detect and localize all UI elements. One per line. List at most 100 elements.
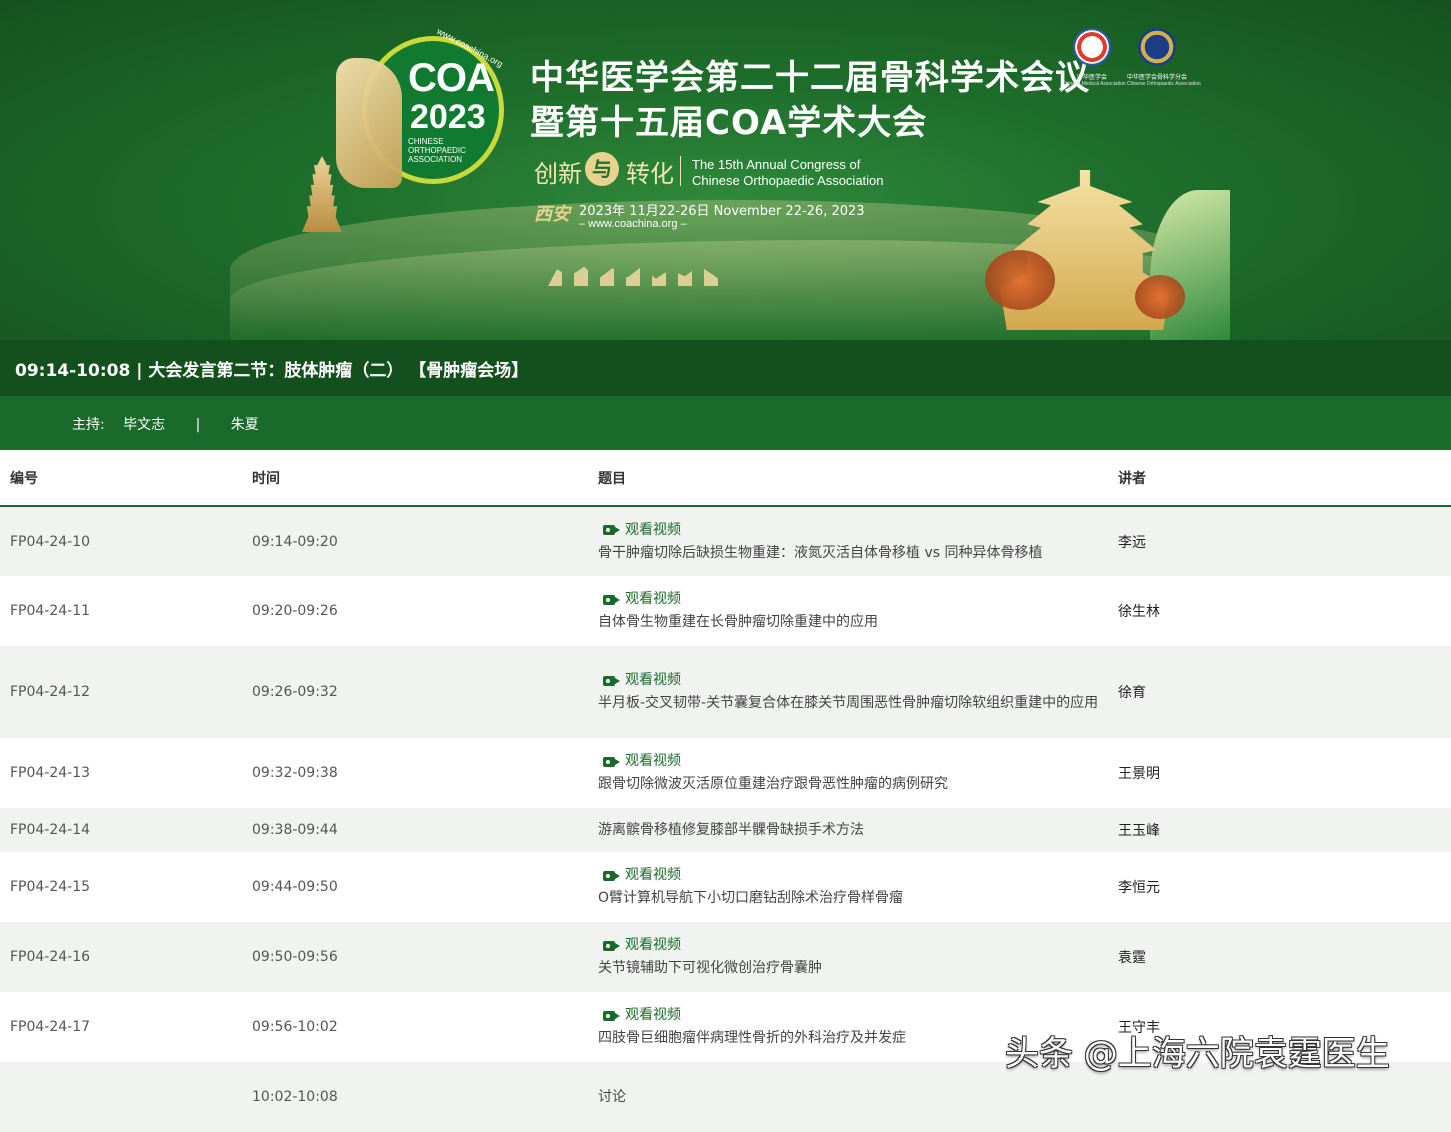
conference-banner: www.coachina.org COA 2023 CHINESE ORTHOP…: [0, 0, 1451, 340]
row-speaker: 李远: [1108, 506, 1451, 576]
theme-divider: [680, 156, 681, 186]
session-title: 09:14-10:08 | 大会发言第二节：肢体肿瘤（二） 【骨肿瘤会场】: [15, 361, 529, 381]
logo-subtitle: CHINESE ORTHOPAEDIC ASSOCIATION: [408, 137, 466, 164]
row-topic: 跟骨切除微波灭活原位重建治疗跟骨恶性肿瘤的病例研究: [598, 776, 948, 792]
logo-coa-text: COA: [408, 56, 495, 100]
logo-year-text: 2023: [410, 98, 486, 136]
row-topic: 自体骨生物重建在长骨肿瘤切除重建中的应用: [598, 614, 878, 630]
watch-video-label: 观看视频: [625, 753, 681, 769]
coa-emblem-icon: [1138, 28, 1176, 66]
tree-illustration: [1135, 275, 1185, 319]
row-topic-cell: 观看视频跟骨切除微波灭活原位重建治疗跟骨恶性肿瘤的病例研究: [588, 738, 1108, 808]
row-time: 09:32-09:38: [252, 765, 338, 781]
watch-video-link[interactable]: 观看视频: [598, 1004, 1108, 1027]
row-id: FP04-24-12: [0, 646, 242, 738]
watch-video-link[interactable]: 观看视频: [598, 934, 1108, 957]
column-header-speaker: 讲者: [1108, 450, 1451, 507]
row-speaker: 徐生林: [1118, 604, 1160, 620]
column-header-time: 时间: [242, 450, 588, 507]
tree-illustration: [985, 250, 1055, 310]
table-row: FP04-24-11 09:20-09:26 观看视频 自体骨生物重建在长骨肿瘤切除重…: [0, 576, 1451, 646]
host-label: 主持:: [72, 417, 105, 433]
row-time: 09:20-09:26: [252, 603, 338, 619]
row-speaker: 王玉峰: [1108, 808, 1451, 852]
row-speaker: 徐育: [1108, 646, 1451, 738]
row-topic: O臂计算机导航下小切口磨钻刮除术治疗骨样骨瘤: [598, 890, 904, 906]
watch-video-link[interactable]: 观看视频: [598, 750, 1108, 773]
row-speaker: 李恒元: [1118, 880, 1160, 896]
watch-video-link[interactable]: 观看视频: [598, 669, 1108, 692]
watermark: 头条 @上海六院袁霆医生: [1005, 1034, 1390, 1074]
watch-video-link[interactable]: 观看视频: [598, 864, 1108, 887]
cma-logo: 中华医学会 Chinese Medical Association: [1062, 28, 1126, 87]
row-topic: 关节镜辅助下可视化微创治疗骨囊肿: [598, 960, 822, 976]
column-header-id: 编号: [0, 450, 242, 507]
watch-video-label: 观看视频: [625, 591, 681, 607]
coa-society-english-name: Chinese Orthopaedic Association: [1127, 81, 1201, 87]
row-id: [0, 1062, 242, 1132]
column-header-topic: 题目: [588, 450, 1108, 507]
table-row: FP04-24-16 09:50-09:56 观看视频 关节镜辅助下可视化微创治疗骨囊…: [0, 922, 1451, 992]
row-time: 09:14-09:20: [242, 506, 588, 576]
theme-english: The 15th Annual Congress of Chinese Orth…: [692, 157, 884, 189]
row-topic: 骨干肿瘤切除后缺损生物重建：液氮灭活自体骨移植 vs 同种异体骨移植: [598, 544, 1043, 561]
row-topic-cell: 游离髌骨移植修复膝部半髁骨缺损手术方法: [588, 808, 1108, 852]
row-id: FP04-24-17: [10, 1019, 91, 1035]
watch-video-label: 观看视频: [625, 937, 681, 953]
watch-video-label: 观看视频: [625, 672, 681, 688]
video-camera-icon: [603, 594, 620, 605]
video-camera-icon: [603, 870, 620, 881]
row-time: 09:44-09:50: [252, 879, 338, 895]
row-id: FP04-24-16: [0, 922, 242, 992]
theme-left: 创新: [534, 160, 582, 188]
video-camera-icon: [603, 756, 620, 767]
watch-video-label: 观看视频: [625, 521, 681, 538]
watch-video-label: 观看视频: [625, 867, 681, 883]
row-id: FP04-24-15: [10, 879, 91, 895]
city-calligraphy: 西安: [534, 204, 570, 225]
video-camera-icon: [603, 940, 620, 951]
row-topic-cell: 观看视频 半月板-交叉韧带-关节囊复合体在膝关节周围恶性骨肿瘤切除软组织重建中的应…: [588, 646, 1108, 738]
coa-society-name: 中华医学会骨科学分会: [1127, 74, 1188, 81]
row-topic-cell: 观看视频骨干肿瘤切除后缺损生物重建：液氮灭活自体骨移植 vs 同种异体骨移植: [588, 506, 1108, 576]
table-row: FP04-24-14 09:38-09:44 游离髌骨移植修复膝部半髁骨缺损手术方法…: [0, 808, 1451, 852]
conference-dates: 2023年 11月22-26日 November 22-26, 2023: [579, 204, 865, 219]
theme-english-line2: Chinese Orthopaedic Association: [692, 173, 884, 188]
host-name-2: 朱夏: [230, 417, 259, 433]
watch-video-label: 观看视频: [625, 1007, 681, 1023]
pagoda-illustration: [302, 156, 342, 232]
row-time: 09:26-09:32: [242, 646, 588, 738]
row-time: 09:50-09:56: [242, 922, 588, 992]
theme-english-line1: The 15th Annual Congress of: [692, 157, 861, 172]
row-id: FP04-24-14: [0, 808, 242, 852]
table-row: FP04-24-12 09:26-09:32 观看视频 半月板-交叉韧带-关节囊复合体…: [0, 646, 1451, 738]
watch-video-link[interactable]: 观看视频: [598, 519, 1108, 542]
row-speaker: 王景明: [1118, 766, 1160, 782]
table-row: FP04-24-15 09:44-09:50 观看视频 O臂计算机导航下小切口磨钻刮除…: [0, 852, 1451, 922]
host-separator: |: [195, 417, 201, 433]
host-name-1: 毕文志: [123, 417, 166, 433]
row-topic-cell: 观看视频关节镜辅助下可视化微创治疗骨囊肿: [588, 922, 1108, 992]
row-time: 10:02-10:08: [242, 1062, 588, 1132]
row-topic: 讨论: [598, 1088, 626, 1105]
cma-emblem-icon: [1073, 28, 1111, 66]
row-topic: 游离髌骨移植修复膝部半髁骨缺损手术方法: [598, 821, 864, 838]
table-row: FP04-24-10 09:14-09:20 观看视频 骨干肿瘤切除后缺损生物重建：液…: [0, 506, 1451, 576]
conference-url: – www.coachina.org –: [579, 218, 687, 230]
row-time: 09:38-09:44: [242, 808, 588, 852]
cma-name: 中华医学会: [1076, 74, 1107, 81]
row-time: 09:56-10:02: [252, 1019, 338, 1035]
theme-right: 转化: [626, 160, 674, 188]
video-camera-icon: [603, 675, 620, 686]
cma-english-name: Chinese Medical Association: [1062, 81, 1126, 87]
conference-title-line1: 中华医学会第二十二届骨科学术会议: [530, 58, 1090, 98]
row-id: FP04-24-13: [10, 765, 91, 781]
table-row: FP04-24-13 09:32-09:38 观看视频跟骨切除微波灭活原位重建治疗跟…: [0, 738, 1451, 808]
watch-video-link[interactable]: 观看视频: [598, 588, 1108, 611]
video-camera-icon: [603, 1010, 620, 1021]
video-camera-icon: [603, 525, 620, 535]
row-topic-cell: 观看视频自体骨生物重建在长骨肿瘤切除重建中的应用: [588, 576, 1108, 646]
coa-logo-glyph: [336, 58, 402, 188]
coa-society-logo: 中华医学会骨科学分会 Chinese Orthopaedic Associati…: [1127, 28, 1201, 87]
row-topic-cell: 观看视频 O臂计算机导航下小切口磨钻刮除术治疗骨样骨瘤: [588, 852, 1108, 922]
